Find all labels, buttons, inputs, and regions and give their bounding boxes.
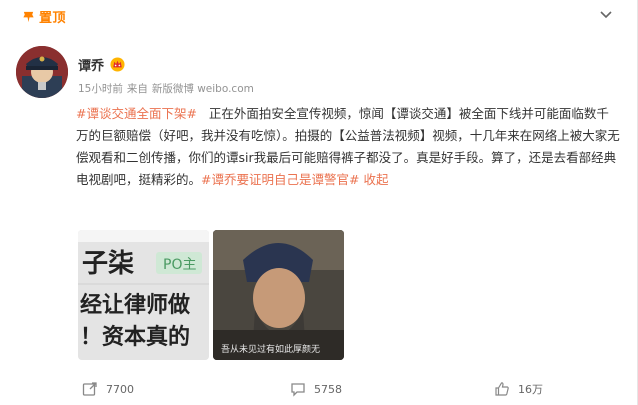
img2-caption: 吾从未见过有如此厚颜无: [221, 343, 320, 355]
img1-line1: 子柒: [82, 249, 134, 279]
img1-line3: ！资本真的: [80, 324, 190, 350]
like-button[interactable]: 16万: [494, 381, 543, 397]
like-count: 16万: [518, 383, 543, 396]
thumbs-up-icon: [495, 382, 509, 396]
post-image-1[interactable]: 子柒 PO主 经让律师做 ！资本真的: [78, 230, 209, 360]
repost-count: 7700: [106, 382, 134, 396]
vip-crown-badge-icon[interactable]: [110, 57, 125, 72]
avatar[interactable]: [16, 46, 68, 98]
collapse-link[interactable]: 收起: [363, 172, 388, 187]
img1-line2: 经让律师做: [80, 292, 191, 318]
action-bar: 7700 5758 16万: [0, 375, 638, 405]
topic-tag-2[interactable]: #谭乔要证明自己是谭警官#: [201, 172, 359, 187]
post-text: #谭谈交通全面下架# 正在外面拍安全宣传视频，惊闻【谭谈交通】被全面下线并可能面…: [76, 103, 621, 191]
author-name[interactable]: 谭乔: [78, 55, 104, 74]
source-prefix: 来自: [126, 83, 148, 95]
repost-icon: [82, 382, 97, 396]
comment-button[interactable]: 5758: [290, 381, 342, 397]
weibo-post-card: 置顶 谭乔 15小时前 来自 新版微博 weibo.com #谭谈交通全面下架#…: [0, 0, 638, 405]
pin-icon: [23, 11, 34, 22]
comment-icon: [291, 383, 305, 397]
repost-button[interactable]: 7700: [82, 381, 134, 397]
comment-count: 5758: [314, 382, 342, 396]
post-image-2[interactable]: 吾从未见过有如此厚颜无: [213, 230, 344, 360]
author-row: 谭乔: [78, 55, 125, 74]
topic-tag-1[interactable]: #谭谈交通全面下架#: [76, 106, 197, 121]
post-source: 新版微博 weibo.com: [151, 83, 254, 95]
post-time[interactable]: 15小时前: [78, 81, 123, 96]
pinned-indicator: 置顶: [22, 6, 66, 26]
post-meta: 15小时前 来自 新版微博 weibo.com: [78, 81, 254, 96]
chevron-down-icon[interactable]: [597, 5, 615, 23]
img1-badge: PO主: [163, 257, 196, 273]
pin-label: 置顶: [39, 10, 67, 26]
